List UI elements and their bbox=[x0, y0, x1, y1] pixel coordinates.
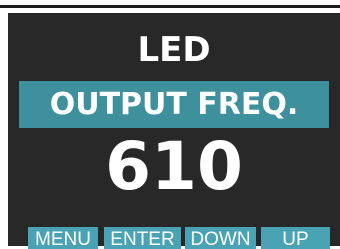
parameter-value: 610 bbox=[105, 128, 243, 205]
lcd-screen: LED OUTPUT FREQ. 610 MENU ENTER DOWN UP bbox=[8, 13, 340, 249]
menu-item-label: OUTPUT FREQ. bbox=[49, 86, 299, 122]
selected-menu-item: OUTPUT FREQ. bbox=[19, 81, 329, 128]
top-bezel bbox=[0, 0, 340, 8]
device-frame: LED OUTPUT FREQ. 610 MENU ENTER DOWN UP bbox=[0, 0, 340, 249]
screen-title: LED bbox=[137, 30, 211, 70]
